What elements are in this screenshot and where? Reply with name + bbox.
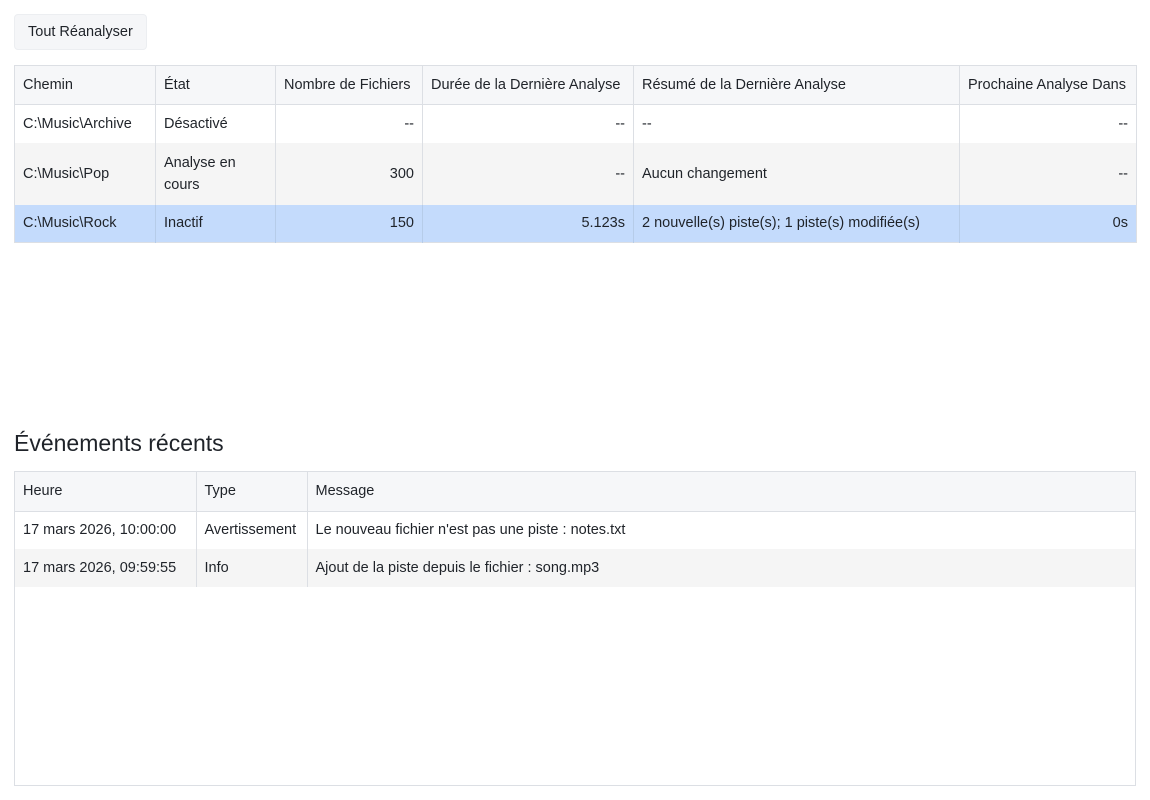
table-row-selected[interactable]: C:\Music\Rock Inactif 150 5.123s 2 nouve… bbox=[14, 204, 1137, 243]
recent-events-table: Heure Type Message 17 mars 2026, 10:00:0… bbox=[15, 472, 1135, 587]
table-row[interactable]: C:\Music\Pop Analyse en cours 300 -- Auc… bbox=[14, 142, 1137, 205]
table-header-row: Chemin État Nombre de Fichiers Durée de … bbox=[14, 65, 1137, 105]
event-time: 17 mars 2026, 09:59:55 bbox=[15, 549, 197, 587]
recent-events-heading: Événements récents bbox=[14, 430, 224, 456]
column-header-message[interactable]: Message bbox=[307, 472, 1135, 512]
cell-file-count: 300 bbox=[275, 142, 423, 205]
event-type: Info bbox=[196, 549, 308, 587]
rescan-all-button[interactable]: Tout Réanalyser bbox=[14, 14, 147, 50]
cell-path: C:\Music\Rock bbox=[14, 204, 156, 243]
library-scan-page: Tout Réanalyser Chemin État Nombre de Fi… bbox=[0, 0, 1150, 800]
column-header-type[interactable]: Type bbox=[196, 472, 308, 512]
cell-state: Inactif bbox=[155, 204, 276, 243]
table-header-row: Heure Type Message bbox=[15, 472, 1135, 512]
column-header-time[interactable]: Heure bbox=[15, 472, 197, 512]
cell-last-duration: -- bbox=[422, 142, 634, 205]
event-message: Ajout de la piste depuis le fichier : so… bbox=[307, 549, 1135, 587]
scan-folders-table: Chemin État Nombre de Fichiers Durée de … bbox=[14, 65, 1137, 243]
event-row[interactable]: 17 mars 2026, 10:00:00 Avertissement Le … bbox=[15, 511, 1135, 549]
cell-next-scan: 0s bbox=[959, 204, 1137, 243]
cell-state: Analyse en cours bbox=[155, 142, 276, 205]
cell-next-scan: -- bbox=[959, 142, 1137, 205]
event-time: 17 mars 2026, 10:00:00 bbox=[15, 511, 197, 549]
cell-last-summary: Aucun changement bbox=[633, 142, 960, 205]
cell-last-summary: -- bbox=[633, 104, 960, 143]
recent-events-panel[interactable]: Heure Type Message 17 mars 2026, 10:00:0… bbox=[14, 471, 1136, 786]
column-header-file-count[interactable]: Nombre de Fichiers bbox=[275, 65, 423, 105]
cell-path: C:\Music\Archive bbox=[14, 104, 156, 143]
column-header-last-duration[interactable]: Durée de la Dernière Analyse bbox=[422, 65, 634, 105]
cell-file-count: 150 bbox=[275, 204, 423, 243]
column-header-state[interactable]: État bbox=[155, 65, 276, 105]
cell-file-count: -- bbox=[275, 104, 423, 143]
cell-path: C:\Music\Pop bbox=[14, 142, 156, 205]
cell-last-summary: 2 nouvelle(s) piste(s); 1 piste(s) modif… bbox=[633, 204, 960, 243]
cell-next-scan: -- bbox=[1118, 115, 1128, 132]
cell-last-duration: -- bbox=[422, 104, 634, 143]
table-row[interactable]: C:\Music\Archive Désactivé -- -- -- -- bbox=[14, 104, 1137, 143]
cell-last-duration: 5.123s bbox=[422, 204, 634, 243]
column-header-last-summary[interactable]: Résumé de la Dernière Analyse bbox=[633, 65, 960, 105]
event-type: Avertissement bbox=[196, 511, 308, 549]
event-row[interactable]: 17 mars 2026, 09:59:55 Info Ajout de la … bbox=[15, 549, 1135, 587]
event-message: Le nouveau fichier n'est pas une piste :… bbox=[315, 522, 626, 539]
column-header-next-scan[interactable]: Prochaine Analyse Dans bbox=[959, 65, 1137, 105]
column-header-path[interactable]: Chemin bbox=[14, 65, 156, 105]
cell-state: Désactivé bbox=[155, 104, 276, 143]
